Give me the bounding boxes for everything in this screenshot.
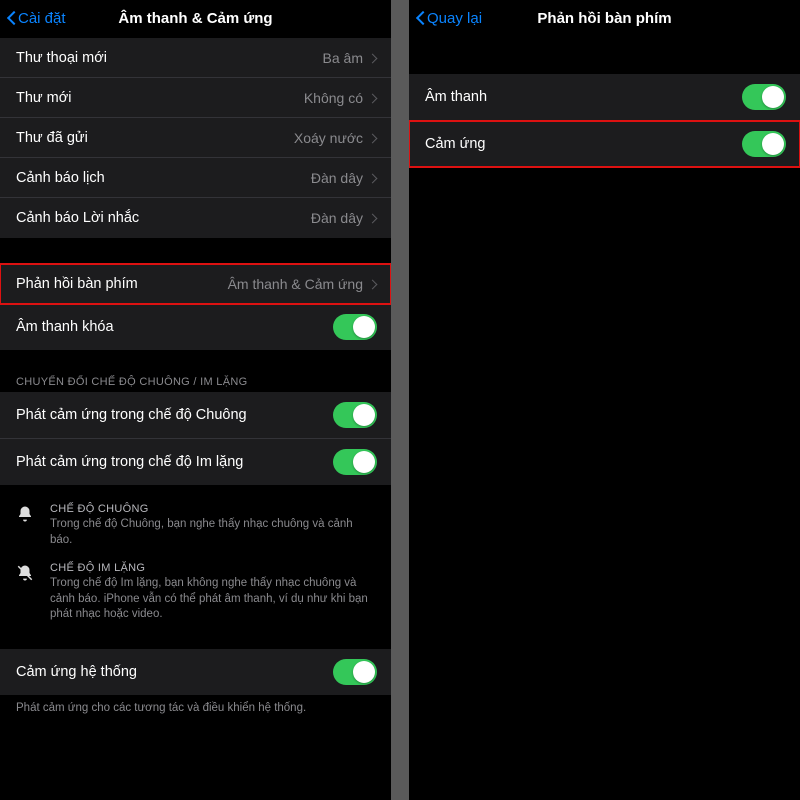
sound-alerts-group: Thư thoại mới Ba âm Thư mới Không có Thư… bbox=[0, 38, 391, 238]
bell-slash-icon bbox=[16, 562, 38, 623]
left-phone: Cài đặt Âm thanh & Cảm ứng Thư thoại mới… bbox=[0, 0, 391, 800]
row-new-mail[interactable]: Thư mới Không có bbox=[0, 78, 391, 118]
chevron-left-icon bbox=[415, 10, 425, 26]
chevron-right-icon bbox=[369, 92, 377, 104]
keyboard-feedback-group: Âm thanh Cảm ứng bbox=[409, 74, 800, 167]
system-haptics-group: Cảm ứng hệ thống bbox=[0, 649, 391, 695]
row-label: Thư mới bbox=[16, 90, 304, 106]
keyboard-lock-group: Phản hồi bàn phím Âm thanh & Cảm ứng Âm … bbox=[0, 264, 391, 350]
row-label: Thư thoại mới bbox=[16, 50, 323, 66]
chevron-right-icon bbox=[369, 172, 377, 184]
row-value: Xoáy nước bbox=[294, 130, 363, 146]
row-label: Âm thanh khóa bbox=[16, 319, 333, 335]
toggle-lock-sound[interactable] bbox=[333, 314, 377, 340]
row-system-haptics[interactable]: Cảm ứng hệ thống bbox=[0, 649, 391, 695]
row-value: Không có bbox=[304, 90, 363, 106]
row-label: Phát cảm ứng trong chế độ Chuông bbox=[16, 407, 333, 423]
info-desc: Trong chế độ Im lặng, bạn không nghe thấ… bbox=[50, 576, 375, 623]
row-label: Phản hồi bàn phím bbox=[16, 276, 228, 292]
row-label: Cảnh báo lịch bbox=[16, 170, 311, 186]
ring-silent-group: CHUYỂN ĐỔI CHẾ ĐỘ CHUÔNG / IM LẶNG Phát … bbox=[0, 368, 391, 485]
chevron-right-icon bbox=[369, 212, 377, 224]
row-haptic[interactable]: Cảm ứng bbox=[409, 121, 800, 167]
row-value: Đàn dây bbox=[311, 170, 363, 186]
footer-note: Phát cảm ứng cho các tương tác và điều k… bbox=[0, 695, 391, 717]
row-value: Đàn dây bbox=[311, 210, 363, 226]
group-header: CHUYỂN ĐỔI CHẾ ĐỘ CHUÔNG / IM LẶNG bbox=[0, 368, 391, 392]
info-silent-mode: CHẾ ĐỘ IM LẶNG Trong chế độ Im lặng, bạn… bbox=[0, 552, 391, 627]
row-label: Thư đã gửi bbox=[16, 130, 294, 146]
row-lock-sound[interactable]: Âm thanh khóa bbox=[0, 304, 391, 350]
row-calendar-alert[interactable]: Cảnh báo lịch Đàn dây bbox=[0, 158, 391, 198]
toggle-sound[interactable] bbox=[742, 84, 786, 110]
back-label: Quay lại bbox=[427, 10, 482, 27]
chevron-right-icon bbox=[369, 278, 377, 290]
toggle-system-haptics[interactable] bbox=[333, 659, 377, 685]
toggle-haptic-ring[interactable] bbox=[333, 402, 377, 428]
row-label: Cảm ứng hệ thống bbox=[16, 664, 333, 680]
info-title: CHẾ ĐỘ IM LẶNG bbox=[50, 562, 375, 574]
info-desc: Trong chế độ Chuông, bạn nghe thấy nhạc … bbox=[50, 517, 375, 548]
back-button[interactable]: Quay lại bbox=[415, 10, 482, 27]
right-phone: Quay lại Phản hồi bàn phím Âm thanh Cảm … bbox=[409, 0, 800, 800]
nav-bar: Quay lại Phản hồi bàn phím bbox=[409, 0, 800, 36]
nav-bar: Cài đặt Âm thanh & Cảm ứng bbox=[0, 0, 391, 36]
row-reminder-alert[interactable]: Cảnh báo Lời nhắc Đàn dây bbox=[0, 198, 391, 238]
toggle-haptic[interactable] bbox=[742, 131, 786, 157]
back-button[interactable]: Cài đặt bbox=[6, 10, 66, 27]
row-haptic-silent[interactable]: Phát cảm ứng trong chế độ Im lặng bbox=[0, 439, 391, 485]
row-haptic-ring[interactable]: Phát cảm ứng trong chế độ Chuông bbox=[0, 392, 391, 439]
toggle-haptic-silent[interactable] bbox=[333, 449, 377, 475]
info-title: CHẾ ĐỘ CHUÔNG bbox=[50, 503, 375, 515]
chevron-left-icon bbox=[6, 10, 16, 26]
row-label: Cảm ứng bbox=[425, 136, 742, 152]
row-label: Âm thanh bbox=[425, 89, 742, 105]
chevron-right-icon bbox=[369, 132, 377, 144]
back-label: Cài đặt bbox=[18, 10, 66, 27]
row-label: Phát cảm ứng trong chế độ Im lặng bbox=[16, 454, 333, 470]
row-voicemail[interactable]: Thư thoại mới Ba âm bbox=[0, 38, 391, 78]
row-sent-mail[interactable]: Thư đã gửi Xoáy nước bbox=[0, 118, 391, 158]
bell-icon bbox=[16, 503, 38, 548]
row-keyboard-feedback[interactable]: Phản hồi bàn phím Âm thanh & Cảm ứng bbox=[0, 264, 391, 304]
info-ring-mode: CHẾ ĐỘ CHUÔNG Trong chế độ Chuông, bạn n… bbox=[0, 493, 391, 552]
row-value: Ba âm bbox=[323, 50, 363, 66]
chevron-right-icon bbox=[369, 52, 377, 64]
row-sound[interactable]: Âm thanh bbox=[409, 74, 800, 121]
row-value: Âm thanh & Cảm ứng bbox=[228, 276, 363, 292]
row-label: Cảnh báo Lời nhắc bbox=[16, 210, 311, 226]
